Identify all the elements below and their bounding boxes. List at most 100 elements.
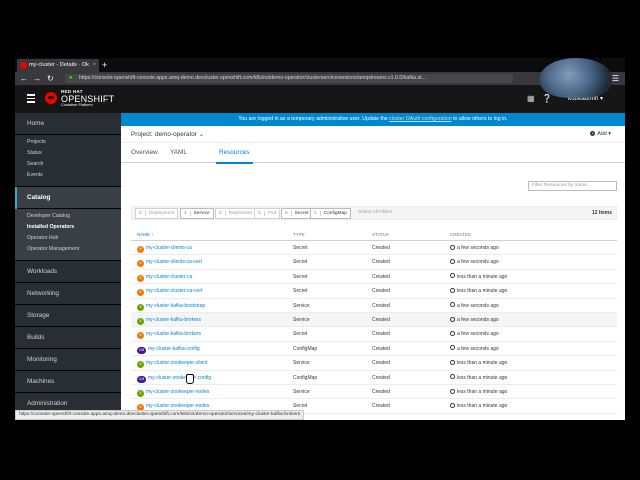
clock-icon — [450, 273, 455, 279]
resource-status: Created — [372, 317, 390, 323]
resource-name: my-cluster-cluster-ca — [146, 273, 193, 280]
nav-catalog[interactable]: Catalog — [15, 187, 121, 209]
filter-chip-service[interactable]: 4 Service — [180, 208, 214, 219]
nav-item-installed-operators[interactable]: Installed Operators — [15, 222, 121, 233]
clock-icon — [450, 330, 455, 336]
resource-status: Created — [372, 273, 390, 280]
tab-overview[interactable]: Overview — [131, 143, 158, 163]
nav-home[interactable]: Home — [15, 113, 121, 135]
nav-item-developer-catalog[interactable]: Developer Catalog — [15, 211, 121, 222]
resource-kind-badge-icon: S — [137, 274, 144, 282]
browser-menu-icon[interactable]: ☰ — [612, 72, 619, 85]
resource-name-link[interactable]: CM my-cluster-kafka-config — [137, 342, 200, 356]
add-button[interactable]: + Add ▾ — [590, 126, 611, 143]
select-all-filters-link[interactable]: Select All Filters — [358, 207, 392, 219]
browser-tab-bar: my-cluster - Details · Ok × + — [15, 58, 625, 72]
resource-name-link[interactable]: Smy-cluster-kafka-brokers — [137, 327, 201, 341]
browser-tab[interactable]: my-cluster - Details · Ok × — [17, 59, 99, 72]
resource-name-link[interactable]: CM my-cluster-zookeeper-config — [137, 371, 211, 385]
address-bar[interactable]: ● https://console-openshift-console.apps… — [65, 74, 513, 83]
resource-status: Created — [372, 374, 390, 381]
table-row: Smy-cluster-clients-ca-cert Secret Created… — [131, 255, 617, 270]
lock-icon: ● — [69, 75, 73, 81]
nav-builds[interactable]: Builds — [15, 327, 121, 349]
help-icon[interactable]: ❔ — [542, 94, 552, 104]
filter-chip-pod[interactable]: 0 Pod — [254, 208, 281, 219]
browser-nav-bar: ← → ↻ ● https://console-openshift-consol… — [15, 72, 625, 85]
resource-name-link[interactable]: Smy-cluster-cluster-ca-cert — [137, 284, 202, 298]
forward-icon[interactable]: → — [33, 72, 41, 85]
filter-chip-secret[interactable]: 6 Secret — [281, 208, 313, 219]
clock-icon — [450, 388, 455, 394]
resource-tabs: Overview YAML Resources — [121, 143, 625, 164]
filter-chip-deployment[interactable]: 0 Deployment — [135, 208, 179, 219]
address-url: https://console-openshift-console.apps.a… — [79, 75, 426, 81]
resource-type: Secret — [293, 288, 308, 295]
nav-machines[interactable]: Machines — [15, 371, 121, 393]
nav-item-operator-hub[interactable]: Operator Hub — [15, 233, 121, 244]
resource-name-link[interactable]: Smy-cluster-clients-ca — [137, 241, 192, 255]
resource-type: ConfigMap — [293, 345, 318, 352]
resource-name-link[interactable]: Smy-cluster-kafka-brokers — [137, 313, 201, 327]
nav-item-status[interactable]: Status — [15, 148, 121, 159]
project-dropdown[interactable]: demo-operator ⌄ — [155, 126, 204, 143]
nav-monitoring[interactable]: Monitoring — [15, 349, 121, 371]
resource-status: Created — [372, 389, 390, 395]
brand-logo[interactable]: RED HAT OPENSHIFT Container Platform — [61, 89, 114, 107]
reload-icon[interactable]: ↻ — [47, 72, 54, 85]
filter-chip-replicaset[interactable]: 0 ReplicaSet — [215, 208, 256, 219]
table-row: Smy-cluster-zookeeper-nodes Service Create… — [131, 385, 617, 400]
resource-created-time: a few seconds ago — [457, 317, 499, 323]
resource-name-link[interactable]: Smy-cluster-kafka-bootstrap — [137, 299, 205, 313]
table-row: Smy-cluster-cluster-ca Secret Created less … — [131, 270, 617, 285]
clock-icon — [450, 244, 455, 250]
resource-kind-badge-icon: CM — [137, 375, 146, 383]
tab-resources[interactable]: Resources — [216, 143, 253, 164]
resource-type: Service — [293, 389, 310, 395]
nav-workloads[interactable]: Workloads — [15, 261, 121, 283]
resource-type: Service — [293, 302, 310, 309]
chip-label: Pod — [267, 211, 277, 216]
hamburger-icon[interactable] — [27, 94, 35, 103]
nav-networking[interactable]: Networking — [15, 283, 121, 305]
nav-item-projects[interactable]: Projects — [15, 137, 121, 148]
resource-created: less than a minute ago — [450, 399, 507, 413]
chip-count: 0 — [258, 211, 265, 216]
resource-name: my-cluster-zookeeper-client — [146, 360, 208, 367]
close-tab-icon[interactable]: × — [93, 59, 96, 72]
resource-name: my-cluster-kafka-bootstrap — [146, 302, 206, 309]
resource-name: my-cluster-cluster-ca-cert — [146, 288, 203, 295]
filter-chip-configmap[interactable]: 2 ConfigMap — [310, 208, 351, 219]
nav-item-events[interactable]: Events — [15, 170, 121, 181]
nav-storage[interactable]: Storage — [15, 305, 121, 327]
resource-name-link[interactable]: Smy-cluster-zookeeper-client — [137, 356, 207, 370]
column-header-type[interactable]: TYPE — [293, 229, 305, 241]
resource-kind-badge-icon: CM — [137, 346, 146, 354]
resource-name: my-cluster-clients-ca — [146, 245, 192, 251]
column-header-status[interactable]: STATUS — [372, 229, 389, 241]
oauth-config-link[interactable]: cluster OAuth configuration — [389, 116, 452, 122]
resource-type: Secret — [293, 331, 308, 338]
column-header-created[interactable]: CREATED — [450, 229, 471, 241]
app-launcher-icon[interactable]: ▦ — [527, 94, 535, 104]
resource-name-link[interactable]: Smy-cluster-clients-ca-cert — [137, 255, 202, 269]
resource-kind-badge-icon: S — [137, 361, 144, 369]
tab-yaml[interactable]: YAML — [170, 143, 187, 163]
back-icon[interactable]: ← — [20, 72, 28, 85]
nav-item-operator-management[interactable]: Operator Management — [15, 244, 121, 255]
openshift-favicon-icon — [20, 62, 27, 69]
project-label: Project: — [131, 131, 153, 138]
temporary-user-alert: You are logged in as a temporary adminis… — [121, 113, 625, 126]
chip-label: ConfigMap — [323, 211, 347, 216]
resource-name-link[interactable]: Smy-cluster-zookeeper-nodes — [137, 385, 209, 399]
browser-window: my-cluster - Details · Ok × + ← → ↻ ● ht… — [15, 58, 625, 420]
resource-name-link[interactable]: Smy-cluster-cluster-ca — [137, 270, 192, 284]
new-tab-button[interactable]: + — [102, 58, 107, 72]
resource-status: Created — [372, 403, 390, 410]
clock-icon — [450, 302, 455, 308]
column-header-name[interactable]: NAME ↑ — [137, 229, 154, 241]
filter-resources-input[interactable]: Filter Resources by name... — [528, 181, 617, 191]
browser-tab-title: my-cluster - Details · Ok — [29, 62, 89, 68]
resource-created: a few seconds ago — [450, 255, 499, 269]
nav-item-search[interactable]: Search — [15, 159, 121, 170]
